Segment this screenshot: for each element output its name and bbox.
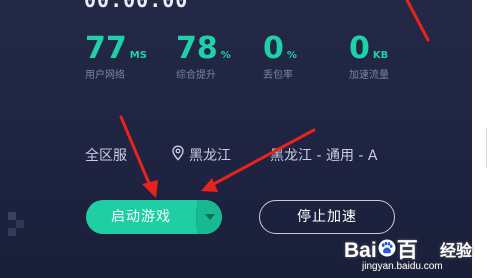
start-game-group: 启动游戏 bbox=[86, 200, 222, 234]
stat-value: 0 bbox=[263, 31, 284, 66]
baidu-watermark: Bai 百 经验 jingyan.baidu.com bbox=[344, 234, 494, 278]
stat-value: 78 bbox=[176, 31, 218, 66]
stat-unit: KB bbox=[372, 50, 389, 61]
stat-unit: % bbox=[286, 50, 297, 61]
watermark-url: jingyan.baidu.com bbox=[362, 261, 443, 272]
stat-label: 用户网络 bbox=[85, 70, 125, 81]
stat-unit: % bbox=[220, 50, 231, 61]
session-timer: 00:00:00 bbox=[84, 0, 189, 12]
location-pin-icon bbox=[171, 145, 185, 161]
stat-label: 加速流量 bbox=[349, 70, 389, 81]
stat-unit: MS bbox=[129, 50, 147, 61]
watermark-logo-left: Bai bbox=[344, 239, 377, 262]
stat-overall-boost: 78% 综合提升 bbox=[176, 31, 231, 82]
region-zone-selector[interactable]: 全区服 bbox=[85, 145, 127, 165]
region-server-selector[interactable]: 黑龙江 bbox=[189, 145, 231, 165]
stat-value: 77 bbox=[85, 31, 127, 66]
stat-accelerated-traffic: 0 KB 加速流量 bbox=[349, 31, 389, 82]
region-node-selector[interactable]: 黑龙江 - 通用 - A bbox=[270, 145, 377, 165]
stat-label: 综合提升 bbox=[176, 70, 216, 81]
caret-down-icon bbox=[204, 214, 215, 220]
stat-value: 0 bbox=[349, 31, 370, 66]
stat-network-latency: 77 MS 用户网络 bbox=[85, 31, 147, 82]
watermark-jingyan: 经验 bbox=[440, 241, 473, 260]
stop-acceleration-button[interactable]: 停止加速 bbox=[259, 200, 395, 234]
page-edge-divider bbox=[486, 128, 487, 168]
stat-label: 丢包率 bbox=[263, 70, 293, 81]
baidu-paw-icon bbox=[378, 239, 396, 263]
watermark-logo: Bai 百 bbox=[344, 234, 418, 264]
start-options-dropdown[interactable] bbox=[197, 200, 222, 234]
stat-packet-loss: 0% 丢包率 bbox=[263, 31, 297, 82]
start-game-button[interactable]: 启动游戏 bbox=[86, 200, 196, 234]
watermark-logo-right: 百 bbox=[396, 239, 418, 262]
